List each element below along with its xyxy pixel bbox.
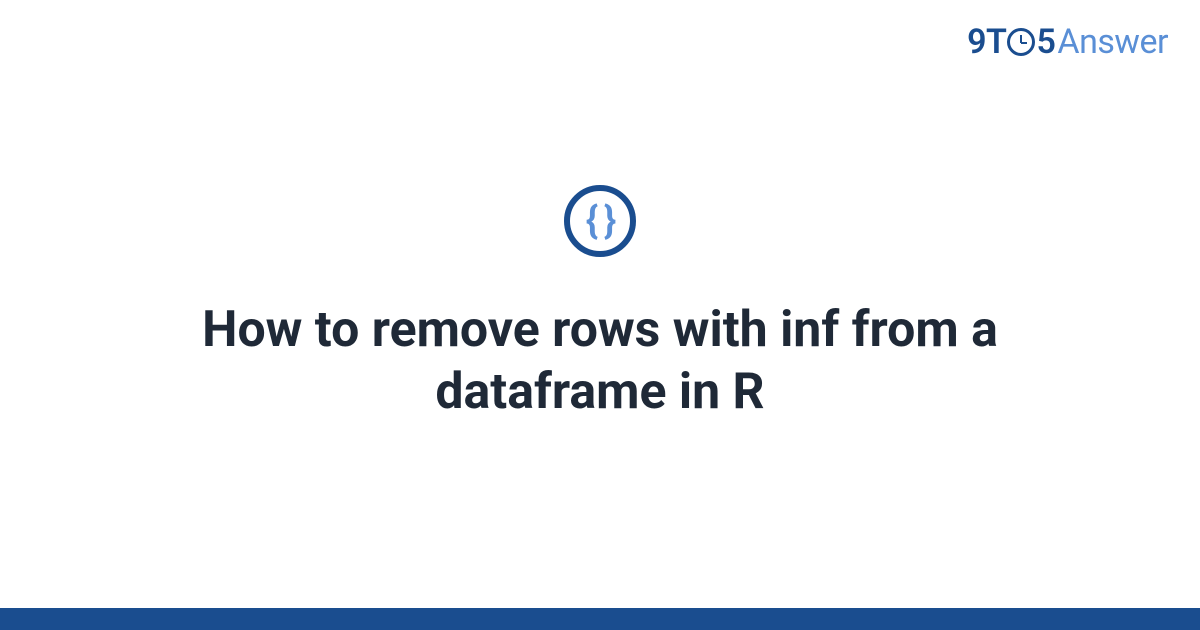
main-content: { } How to remove rows with inf from a d… xyxy=(0,0,1200,608)
footer-accent-bar xyxy=(0,608,1200,630)
braces-icon: { } xyxy=(586,202,615,240)
page-title: How to remove rows with inf from a dataf… xyxy=(120,299,1080,424)
code-icon-circle: { } xyxy=(564,185,636,257)
